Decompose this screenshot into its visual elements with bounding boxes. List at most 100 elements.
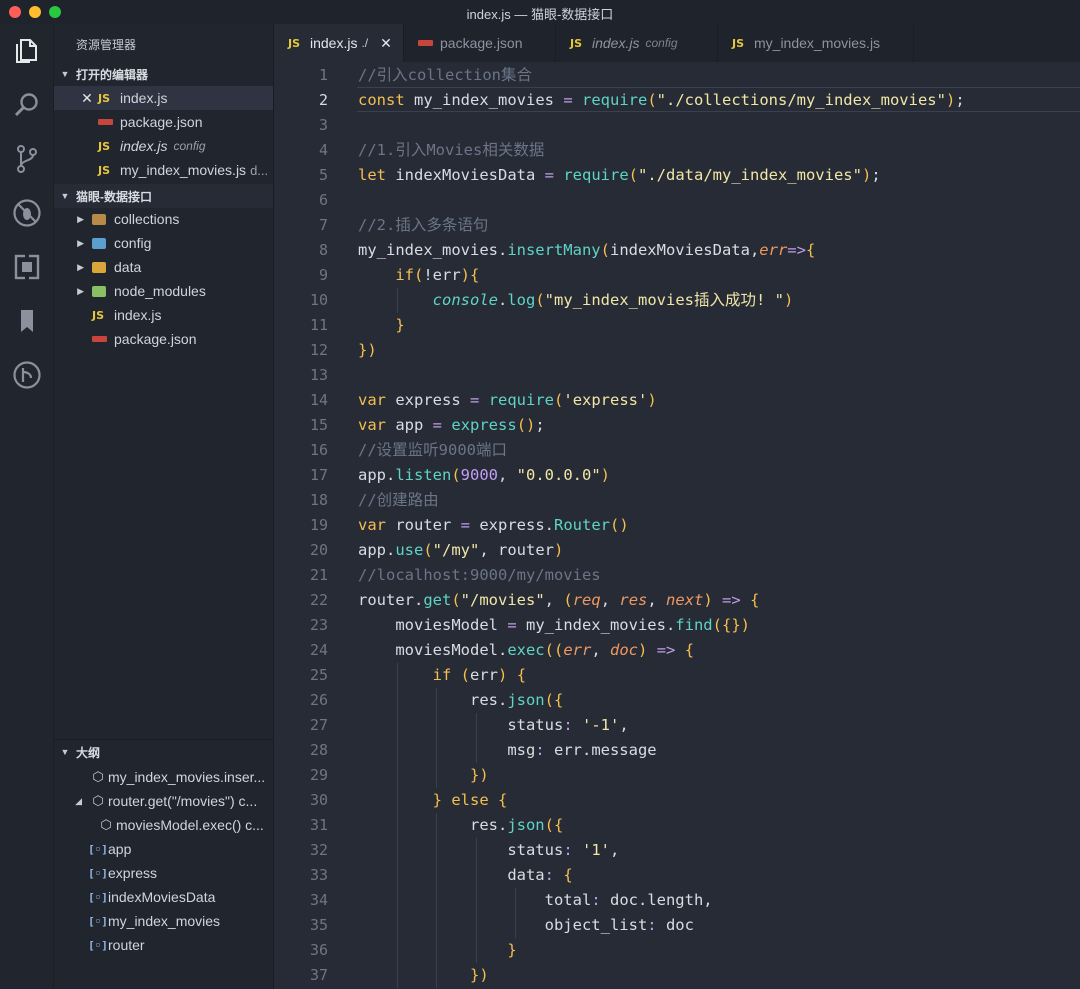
source-control-icon[interactable] [11,143,43,175]
code-line[interactable]: //设置监听9000端口 [358,438,507,463]
code-line[interactable]: status: '-1', [358,713,628,738]
tree-folder[interactable]: ▶ config [54,231,273,255]
code-line[interactable]: let indexMoviesData = require("./data/my… [358,163,881,188]
explorer-icon[interactable] [11,35,43,67]
outline-item[interactable]: ⬡ moviesModel.exec() c... [54,813,273,837]
open-editor-item[interactable]: JS my_index_movies.js d... [54,158,273,182]
code-line[interactable]: var router = express.Router() [358,513,629,538]
code-line[interactable]: res.json({ [358,688,563,713]
line-number: 35 [309,916,328,934]
outline-item[interactable]: [◦] express [54,861,273,885]
indent-guide [397,838,399,863]
code-line[interactable]: var express = require('express') [358,388,657,413]
line-number: 8 [318,241,328,259]
js-file-icon: JS [98,91,111,105]
tab-my-index-movies-js[interactable]: JS my_index_movies.js [718,24,914,62]
indent-guide [475,913,477,938]
tab-package-json[interactable]: package.json [404,24,556,62]
chevron-down-icon: ▼ [60,191,70,201]
code-line[interactable]: //2.插入多条语句 [358,213,488,238]
code-line[interactable]: }) [358,963,489,988]
search-icon[interactable] [11,89,43,121]
code-line[interactable]: moviesModel = my_index_movies.find({}) [358,613,750,638]
js-file-icon: JS [98,139,111,153]
line-number: 30 [309,791,328,809]
outline-item[interactable]: [◦] app [54,837,273,861]
line-number: 11 [309,316,328,334]
code-line[interactable]: app.use("/my", router) [358,538,563,563]
indent-guide [436,738,438,763]
debug-icon[interactable] [11,197,43,229]
tree-label: package.json [114,331,197,347]
code-line[interactable]: }) [358,763,489,788]
close-icon[interactable]: ✕ [76,90,98,107]
tree-file[interactable]: JS index.js [54,303,273,327]
code-line[interactable]: data: { [358,863,572,888]
code-line[interactable]: console.log("my_index_movies插入成功! ") [358,288,794,313]
gitlens-icon[interactable] [11,359,43,391]
outline-item[interactable]: [◦] router [54,933,273,957]
code-line[interactable]: if(!err){ [358,263,479,288]
code-line[interactable]: }) [358,338,377,363]
code-line[interactable]: //1.引入Movies相关数据 [358,138,544,163]
tree-folder[interactable]: ▶ collections [54,207,273,231]
close-tab-icon[interactable]: ✕ [380,35,392,52]
project-header[interactable]: ▼ 猫眼-数据接口 [54,184,273,208]
open-editor-item[interactable]: ✕ JS index.js [54,86,273,110]
line-number: 22 [309,591,328,609]
outline-item-label: app [108,841,132,857]
line-number: 28 [309,741,328,759]
indent-guide [475,738,477,763]
code-line[interactable]: my_index_movies.insertMany(indexMoviesDa… [358,238,815,263]
open-editor-item[interactable]: package.json [54,110,273,134]
variable-icon: [◦] [88,938,108,952]
tree-file[interactable]: package.json [54,327,273,351]
json-file-icon [98,119,120,125]
code-line[interactable]: const my_index_movies = require("./colle… [358,88,965,113]
code-line[interactable]: msg: err.message [358,738,656,763]
outline-header[interactable]: ▼ 大纲 [54,740,273,764]
indent-guide [397,863,399,888]
tab-config-index-js[interactable]: JS index.js config [556,24,718,62]
code-line[interactable]: res.json({ [358,813,563,838]
indent-guide [436,713,438,738]
code-line[interactable]: } else { [358,788,508,813]
indent-guide [397,813,399,838]
tab-index-js[interactable]: JS index.js ./ ✕ [274,24,404,62]
code-line[interactable]: //localhost:9000/my/movies [358,563,601,588]
outline-item[interactable]: [◦] indexMoviesData [54,885,273,909]
indent-guide [397,688,399,713]
folder-icon [92,213,114,225]
code-line[interactable]: app.listen(9000, "0.0.0.0") [358,463,610,488]
indent-guide [436,963,438,988]
code-line[interactable]: //创建路由 [358,488,439,513]
open-editor-label: index.js [120,90,168,106]
bookmark-icon[interactable] [11,305,43,337]
js-file-icon: JS [570,36,583,50]
outline-item[interactable]: ⬡ my_index_movies.inser... [54,765,273,789]
code-line[interactable]: var app = express(); [358,413,545,438]
code-line[interactable]: moviesModel.exec((err, doc) => { [358,638,694,663]
indent-guide [397,888,399,913]
indent-guide [475,713,477,738]
tree-label: index.js [114,307,162,323]
outline-item[interactable]: ◢ ⬡ router.get("/movies") c... [54,789,273,813]
tree-folder[interactable]: ▶ data [54,255,273,279]
code-line[interactable]: //引入collection集合 [358,63,532,88]
code-line[interactable]: if (err) { [358,663,526,688]
code-line[interactable]: total: doc.length, [358,888,713,913]
method-icon: ⬡ [92,793,104,808]
code-line[interactable]: object_list: doc [358,913,694,938]
indent-guide [397,713,399,738]
line-number: 16 [309,441,328,459]
open-editor-item[interactable]: JS index.js config [54,134,273,158]
open-editors-header[interactable]: ▼ 打开的编辑器 [54,62,273,86]
outline-item[interactable]: [◦] my_index_movies [54,909,273,933]
tree-label: node_modules [114,283,206,299]
indent-guide [397,763,399,788]
code-line[interactable]: } [358,313,404,338]
extensions-icon[interactable] [11,251,43,283]
tree-folder[interactable]: ▶ node_modules [54,279,273,303]
code-line[interactable]: router.get("/movies", (req, res, next) =… [358,588,759,613]
code-editor[interactable]: 1 2 3 4 5 6 7 8 9 10 11 12 13 14 15 16 17 18 19 20 21 22 23 24 2… [274,62,1080,989]
